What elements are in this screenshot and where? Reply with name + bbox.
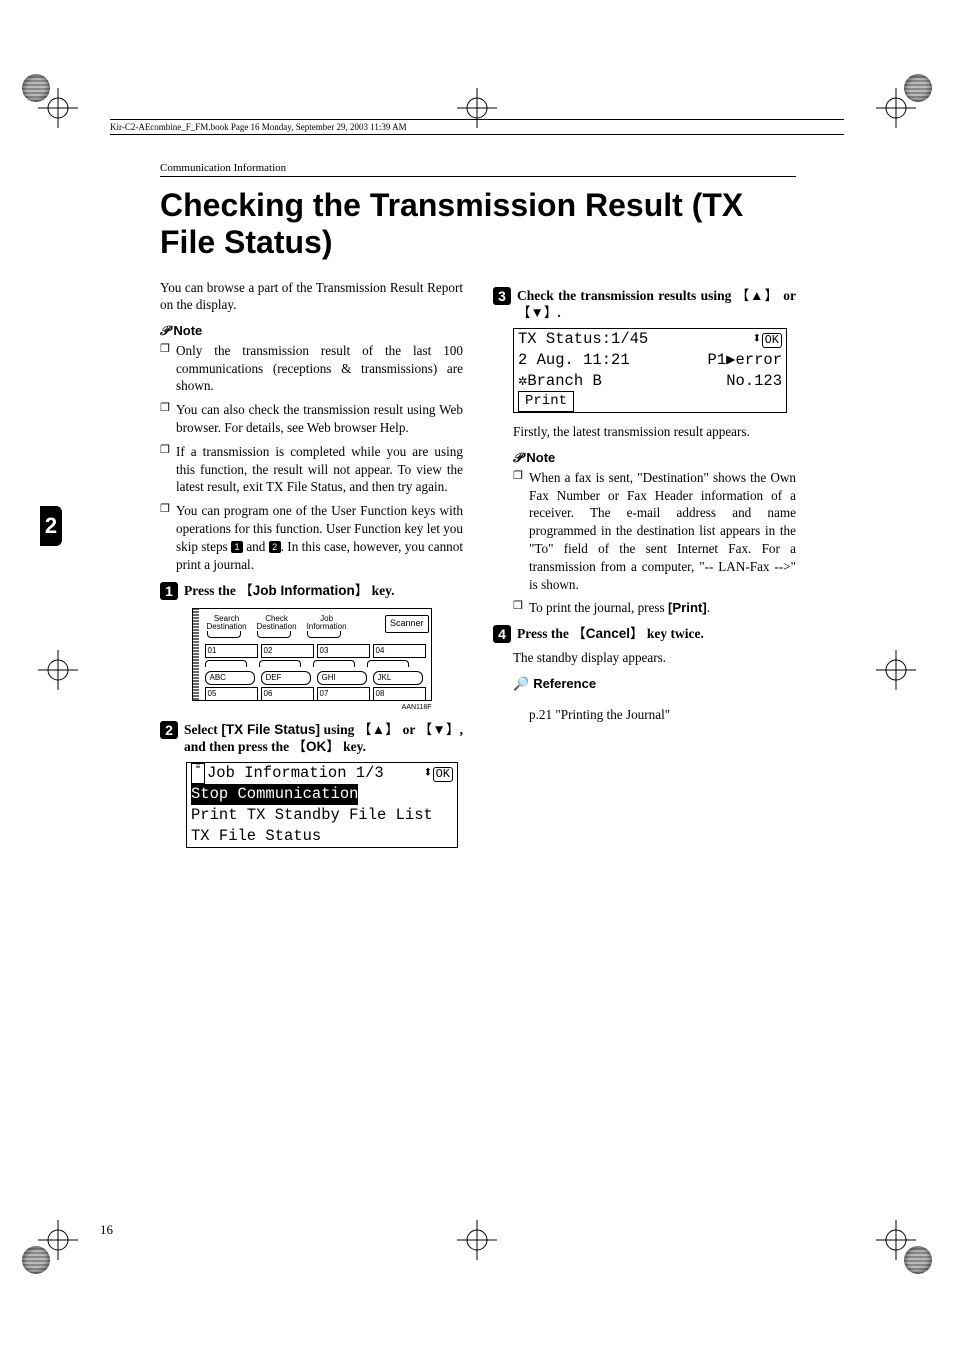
step-number-icon: 4	[493, 625, 511, 643]
registration-mark	[38, 1220, 78, 1260]
list-icon: ≡	[191, 763, 205, 784]
note-item: Only the transmission result of the last…	[160, 342, 463, 395]
note-item: When a fax is sent, "Destination" shows …	[513, 469, 796, 594]
step-1: 1 Press the Job Information key.	[160, 582, 463, 600]
note-item: To print the journal, press [Print].	[513, 599, 796, 617]
pencil-icon: 𝒫	[513, 450, 522, 465]
step-ref-2-icon: 2	[269, 541, 281, 553]
step-2: 2 Select [TX File Status] using ▲ or ▼, …	[160, 721, 463, 756]
note-heading: 𝒫Note	[513, 449, 796, 467]
reference-heading: 🔎Reference	[513, 675, 796, 693]
lcd-tx-status: TX Status: 1/45⬍OK 2 Aug. 11:21P1▶error …	[513, 328, 787, 414]
note-item: If a transmission is completed while you…	[160, 443, 463, 496]
page-number: 16	[100, 1222, 113, 1238]
registration-mark	[38, 650, 78, 690]
job-information-key: Job Information	[239, 583, 368, 598]
reference-body: p.21 "Printing the Journal"	[529, 706, 796, 724]
page-title: Checking the Transmission Result (TX Fil…	[160, 187, 796, 261]
pdf-header-line: Kir-C2-AEcombine_F_FM.book Page 16 Monda…	[110, 119, 844, 135]
step-number-icon: 1	[160, 582, 178, 600]
registration-mark	[38, 88, 78, 128]
lcd-job-information: ≡Job Information 1/3⬍OK Stop Communicati…	[186, 762, 458, 848]
chapter-tab: 2	[40, 506, 62, 546]
up-arrow-key: ▲	[358, 722, 399, 737]
step-3: 3 Check the transmission results using ▲…	[493, 287, 796, 322]
pencil-icon: 𝒫	[160, 323, 169, 338]
control-panel-illustration: Search Destination Check Destination Job…	[192, 608, 432, 713]
ok-key: OK	[293, 739, 340, 754]
registration-mark	[876, 88, 916, 128]
down-arrow-key: ▼	[517, 305, 557, 320]
registration-mark	[876, 1220, 916, 1260]
down-arrow-key: ▼	[419, 722, 460, 737]
running-head: Communication Information	[160, 162, 796, 177]
registration-mark	[457, 1220, 497, 1260]
note-list: Only the transmission result of the last…	[160, 342, 463, 574]
intro-paragraph: You can browse a part of the Transmissio…	[160, 279, 463, 315]
magnifier-icon: 🔎	[513, 676, 529, 691]
note-item: You can also check the transmission resu…	[160, 401, 463, 437]
note-heading: 𝒫Note	[160, 322, 463, 340]
print-softkey: Print	[518, 391, 574, 412]
step-number-icon: 3	[493, 287, 511, 305]
body-text: Firstly, the latest transmission result …	[513, 423, 796, 441]
step-number-icon: 2	[160, 721, 178, 739]
step-ref-1-icon: 1	[231, 541, 243, 553]
note-item: You can program one of the User Function…	[160, 502, 463, 573]
note-list: When a fax is sent, "Destination" shows …	[513, 469, 796, 618]
up-arrow-key: ▲	[736, 288, 779, 303]
registration-mark	[876, 650, 916, 690]
step-4: 4 Press the Cancel key twice.	[493, 625, 796, 643]
cancel-key: Cancel	[572, 626, 643, 641]
body-text: The standby display appears.	[513, 649, 796, 667]
